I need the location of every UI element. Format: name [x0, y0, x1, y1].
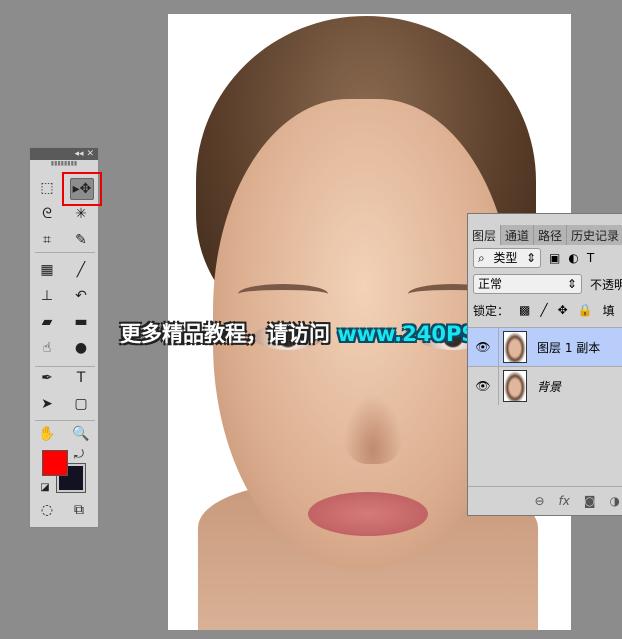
mask-icon[interactable]: ◙: [584, 494, 596, 508]
layer-thumbnail: [503, 370, 527, 402]
hand-tool[interactable]: ✋: [36, 424, 58, 444]
layer-name[interactable]: 图层 1 副本: [537, 339, 600, 356]
default-colors-icon[interactable]: ◪: [34, 478, 56, 498]
image-filter-icon[interactable]: ▣: [549, 251, 560, 265]
foreground-color-swatch[interactable]: [42, 450, 68, 476]
link-icon[interactable]: ⊖: [534, 494, 544, 508]
tab-2[interactable]: 路径: [534, 225, 568, 245]
close-icon[interactable]: ✕: [86, 149, 94, 159]
dodge-tool[interactable]: ●: [70, 338, 92, 358]
crop-tool[interactable]: ⌗: [36, 230, 58, 250]
toolbox-header[interactable]: ◂◂ ✕: [30, 148, 98, 160]
watermark-text: 更多精品教程，请访问: [120, 322, 338, 346]
divider: [35, 420, 95, 421]
zoom-tool[interactable]: 🔍: [70, 424, 92, 444]
blur-tool[interactable]: ☝: [36, 338, 58, 358]
updown-icon: ⇕: [566, 277, 577, 291]
fx-icon[interactable]: fx: [559, 494, 570, 508]
layer-row[interactable]: 👁 图层 1 副本: [468, 327, 622, 366]
fill-label: 填: [602, 303, 615, 318]
collapse-icon[interactable]: ◂◂: [75, 149, 84, 159]
tab-1[interactable]: 通道: [501, 225, 535, 245]
eraser-tool[interactable]: ▰: [36, 312, 58, 332]
selected-tool-highlight: [62, 172, 102, 206]
history-brush-tool[interactable]: ↶: [70, 286, 92, 306]
shape-tool[interactable]: ▢: [70, 394, 92, 414]
swap-colors-icon[interactable]: ⤾: [68, 444, 90, 464]
photo-nose: [343, 394, 403, 464]
lock-all-icon[interactable]: 🔒: [578, 303, 593, 317]
adjustment-filter-icon[interactable]: ◐: [568, 251, 578, 265]
path-selection-tool[interactable]: ➤: [36, 394, 58, 414]
magic-wand-tool[interactable]: ✳: [70, 204, 92, 224]
lock-pixels-icon[interactable]: ╱: [540, 303, 547, 317]
divider: [35, 366, 95, 367]
layer-name[interactable]: 背景: [537, 378, 561, 395]
gradient-tool[interactable]: ▬: [70, 312, 92, 332]
search-icon: ⌕: [478, 251, 485, 265]
visibility-eye-icon[interactable]: 👁: [468, 367, 499, 405]
brush-tool[interactable]: ╱: [70, 260, 92, 280]
layer-thumbnail: [503, 331, 527, 363]
lasso-tool[interactable]: ᘓ: [36, 204, 58, 224]
clone-stamp-tool[interactable]: ⊥: [36, 286, 58, 306]
type-tool[interactable]: T: [70, 368, 92, 388]
photo-lips: [308, 492, 428, 536]
type-filter-icon[interactable]: T: [587, 251, 594, 265]
pen-tool[interactable]: ✒: [36, 368, 58, 388]
layers-panel: 图层 通道 路径 历史记录 ⌕ 类型 ⇕ ▣ ◐ T 正常 ⇕ 不透明 锁定： ▩ ╱ ✥ 🔒 填 👁…: [467, 213, 622, 516]
lock-transparent-icon[interactable]: ▩: [519, 303, 530, 317]
updown-icon: ⇕: [525, 251, 536, 265]
drag-handle[interactable]: ▮▮▮▮▮▮▮▮: [30, 160, 98, 168]
opacity-label: 不透明: [589, 277, 622, 292]
toolbox: ◂◂ ✕ ▮▮▮▮▮▮▮▮ ⬚ ▸✥ ᘓ ✳ ⌗ ✎ ▦ ╱ ⊥ ↶ ▰ ▬ ☝ ● ✒ T ➤ ▢ ✋ 🔍 ⤾ ◪ …: [29, 147, 102, 528]
layer-row[interactable]: 👁 背景: [468, 366, 622, 405]
filter-kind-select[interactable]: ⌕ 类型 ⇕: [473, 248, 541, 268]
eyedropper-tool[interactable]: ✎: [70, 230, 92, 250]
lock-label: 锁定：: [473, 303, 510, 318]
quick-mask-icon[interactable]: ◌: [36, 500, 58, 520]
adjustment-icon[interactable]: ◑: [610, 494, 620, 508]
divider: [35, 252, 95, 253]
photo-left-brow: [238, 284, 328, 304]
tab-3[interactable]: 历史记录: [567, 225, 622, 245]
spot-healing-tool[interactable]: ▦: [36, 260, 58, 280]
layers-footer: ⊖ fx ◙ ◑: [468, 486, 622, 515]
screen-mode-icon[interactable]: ⧉: [68, 500, 90, 520]
blend-mode-select[interactable]: 正常 ⇕: [473, 274, 582, 294]
visibility-eye-icon[interactable]: 👁: [468, 328, 499, 366]
lock-position-icon[interactable]: ✥: [558, 303, 568, 317]
tab-0[interactable]: 图层: [468, 225, 502, 245]
rectangular-marquee-tool[interactable]: ⬚: [36, 178, 58, 198]
